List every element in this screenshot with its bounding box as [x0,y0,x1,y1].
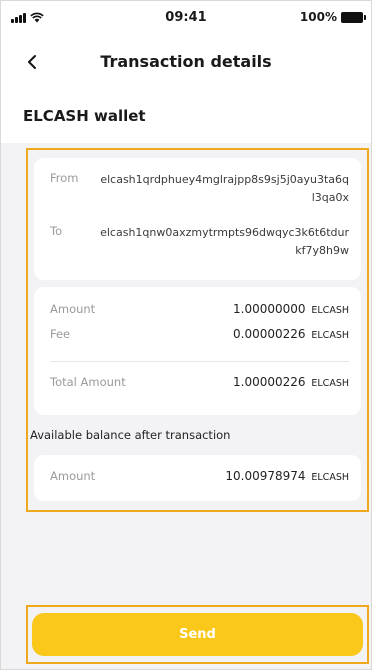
to-address: elcash1qnw0axzmytrmpts96dwqyc3k6t6tdurkf… [100,226,349,257]
amount-value: 1.00000000 [233,302,306,316]
addresses-card: From elcash1qrdphuey4mglrajpp8s9sj5j0ayu… [34,158,361,280]
from-address: elcash1qrdphuey4mglrajpp8s9sj5j0ayu3ta6q… [100,173,349,204]
balance-caption: Available balance after transaction [30,428,231,442]
fee-value: 0.00000226 [233,327,306,341]
total-amount-value: 1.00000226 [233,375,306,389]
divider [50,361,349,362]
fee-unit: ELCASH [311,330,349,341]
transaction-details-panel: From elcash1qrdphuey4mglrajpp8s9sj5j0ayu… [26,148,369,512]
fee-row: Fee 0.00000226 ELCASH [50,327,349,347]
total-amount-unit: ELCASH [311,378,349,389]
page-title: Transaction details [100,52,272,71]
send-button-frame: Send [26,605,369,664]
amount-label: Amount [50,302,96,316]
balance-amount-row: Amount 10.00978974 ELCASH [50,469,349,489]
wallet-title: ELCASH wallet [23,107,146,125]
balance-amount-value-group: 10.00978974 ELCASH [225,469,349,483]
balance-amount-label: Amount [50,469,96,483]
battery-icon [341,11,366,23]
battery-percent: 100% [299,10,337,24]
amount-value-group: 1.00000000 ELCASH [233,302,349,316]
amounts-card: Amount 1.00000000 ELCASH Fee 0.00000226 … [34,287,361,415]
from-label: From [50,171,79,185]
fee-value-group: 0.00000226 ELCASH [233,327,349,341]
amount-unit: ELCASH [311,305,349,316]
balance-amount-value: 10.00978974 [225,469,306,483]
total-amount-label: Total Amount [50,375,126,389]
phone-screen: 09:41 100% Transaction details ELCASH wa… [0,0,372,670]
status-bar: 09:41 100% [1,1,371,35]
header: Transaction details [1,35,371,87]
total-amount-value-group: 1.00000226 ELCASH [233,375,349,389]
to-label: To [50,224,63,238]
fee-label: Fee [50,327,71,341]
amount-row: Amount 1.00000000 ELCASH [50,302,349,322]
balance-amount-unit: ELCASH [311,472,349,483]
send-button[interactable]: Send [32,613,363,656]
balance-card: Amount 10.00978974 ELCASH [34,455,361,501]
battery-status: 100% [299,10,366,24]
total-amount-row: Total Amount 1.00000226 ELCASH [50,375,349,395]
